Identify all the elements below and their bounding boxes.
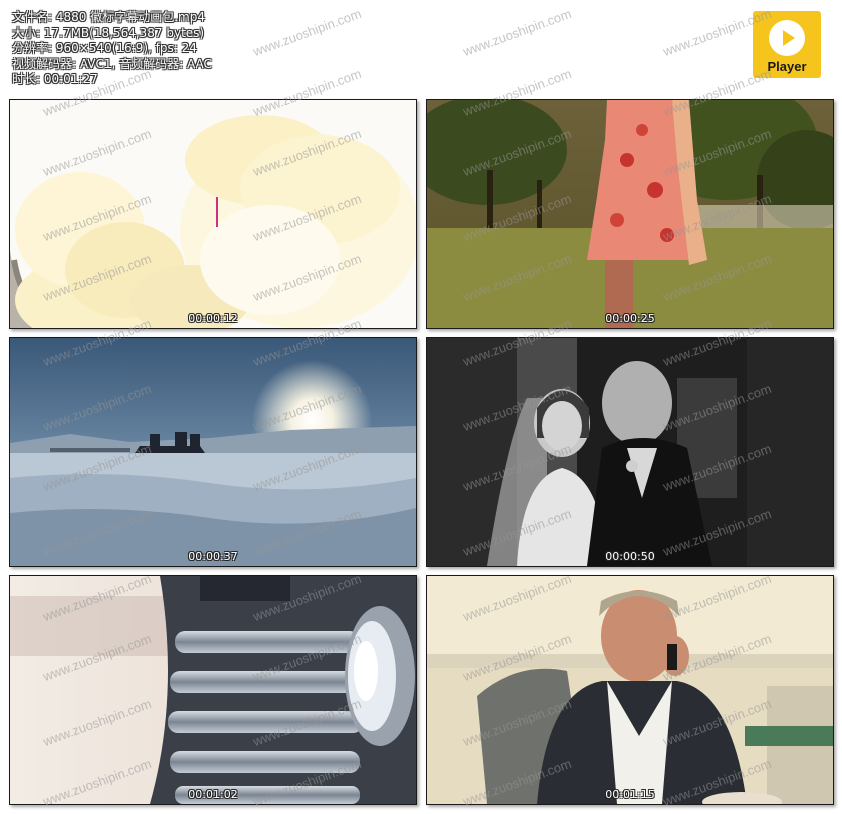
thumbnail-vintage-car-grille[interactable]: 00:01:02 bbox=[9, 575, 417, 805]
timestamp: 00:00:37 bbox=[188, 550, 238, 563]
thumbnail-wedding-couple[interactable]: 00:00:50 bbox=[426, 337, 834, 567]
file-duration: 时长: 00:01:27 bbox=[12, 72, 98, 86]
player-logo-label: Player bbox=[767, 59, 807, 74]
thumbnail-sheet: 文件名: 4880 徽标字幕动画包.mp4 大小: 17.7MB(18,564,… bbox=[0, 0, 842, 814]
timestamp: 00:00:12 bbox=[188, 312, 238, 325]
file-codec: 视频解码器: AVC1, 音频解码器: AAC bbox=[12, 56, 212, 71]
timestamp: 00:00:50 bbox=[605, 550, 655, 563]
file-info: 文件名: 4880 徽标字幕动画包.mp4 大小: 17.7MB(18,564,… bbox=[12, 10, 212, 88]
file-resolution: 分辨率: 960×540(16:9), fps: 24 bbox=[12, 41, 197, 55]
timestamp: 00:01:02 bbox=[188, 788, 238, 801]
file-name: 文件名: 4880 徽标字幕动画包.mp4 bbox=[12, 10, 205, 24]
file-size: 大小: 17.7MB(18,564,387 bytes) bbox=[12, 25, 205, 40]
watermark: www.zuoshipin.com bbox=[460, 5, 574, 60]
thumbnail-dog-sled-snow[interactable]: 00:00:37 bbox=[9, 337, 417, 567]
player-logo: Player bbox=[753, 11, 821, 78]
timestamp: 00:01:15 bbox=[605, 788, 655, 801]
watermark: www.zuoshipin.com bbox=[250, 5, 364, 60]
thumbnail-ice-cream[interactable]: 00:00:12 bbox=[9, 99, 417, 329]
timestamp: 00:00:25 bbox=[605, 312, 655, 325]
thumbnail-man-on-phone[interactable]: 00:01:15 bbox=[426, 575, 834, 805]
thumbnail-woman-dress-park[interactable]: 00:00:25 bbox=[426, 99, 834, 329]
play-icon bbox=[769, 20, 805, 56]
